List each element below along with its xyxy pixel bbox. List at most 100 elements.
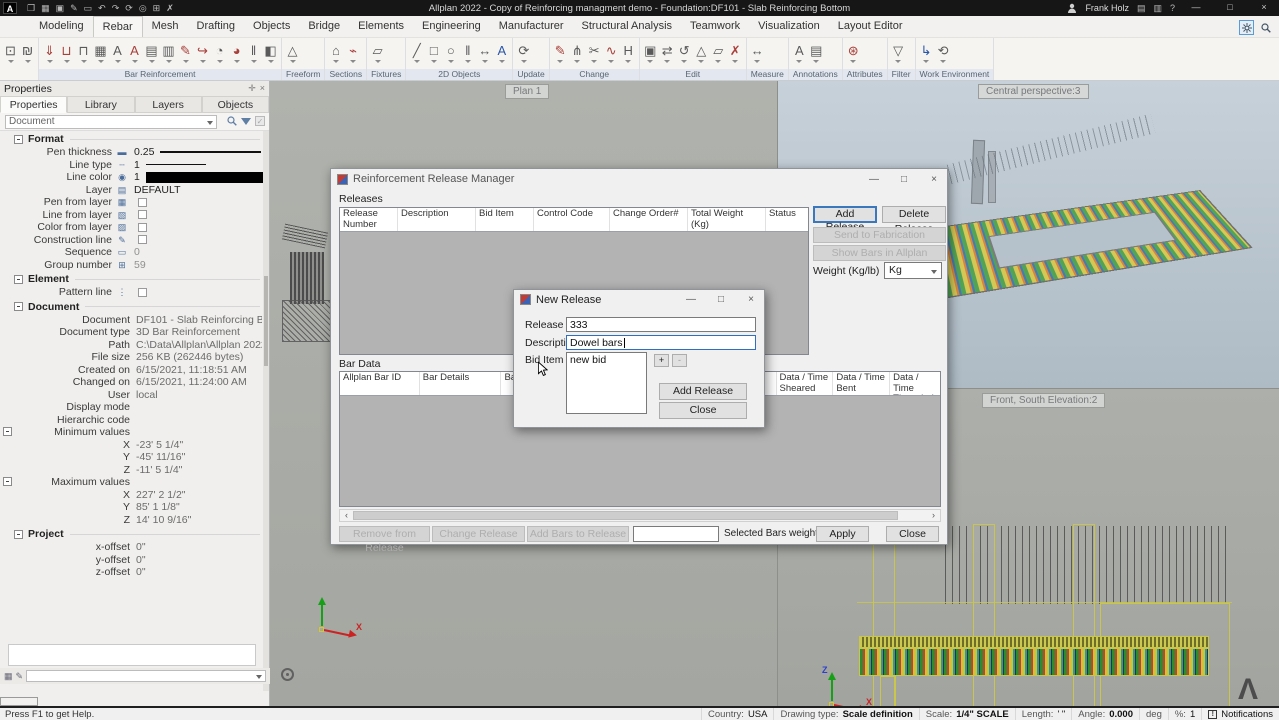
weight-unit-select[interactable]: Kg <box>884 262 942 279</box>
redo-icon[interactable]: ↷ <box>112 3 120 14</box>
row-line-from-layer[interactable]: Line from layer▧ <box>0 209 264 222</box>
pencil-icon[interactable]: ✎ <box>552 42 569 66</box>
dimension-icon[interactable]: ↔ <box>476 42 493 66</box>
list-item[interactable]: new bid <box>570 354 643 366</box>
search-icon[interactable] <box>1258 20 1273 35</box>
close-button[interactable]: × <box>1251 0 1277 16</box>
open-icon[interactable]: ▦ <box>41 3 50 14</box>
user-name[interactable]: Frank Holz <box>1085 3 1129 13</box>
maximize-button[interactable]: □ <box>714 294 728 305</box>
circle-icon[interactable]: ○ <box>442 42 459 66</box>
row-pattern-line[interactable]: Pattern line⋮ <box>0 286 264 299</box>
selected-weight-field[interactable] <box>633 526 719 542</box>
line-color-swatch[interactable] <box>146 172 264 183</box>
legend-abc-icon[interactable]: A <box>109 42 126 66</box>
filter-icon[interactable] <box>241 118 251 125</box>
pen-from-layer-checkbox[interactable] <box>138 198 147 207</box>
tab-visualization[interactable]: Visualization <box>749 16 829 37</box>
tab-objects[interactable]: Objects <box>244 16 299 37</box>
report-icon[interactable]: ▤ <box>143 42 160 66</box>
tab-library[interactable]: Library <box>67 96 134 113</box>
tab-structural-analysis[interactable]: Structural Analysis <box>573 16 681 37</box>
section-project[interactable]: Project <box>0 527 264 541</box>
row-minimum-values[interactable]: Minimum values <box>0 426 264 439</box>
search-icon[interactable] <box>227 116 237 126</box>
collapse-icon[interactable] <box>14 530 23 539</box>
close-button[interactable]: × <box>927 174 941 185</box>
maximize-button[interactable]: □ <box>1217 0 1243 16</box>
grid-icon[interactable]: ▦ <box>4 671 13 682</box>
status-unit[interactable]: deg <box>1139 708 1168 720</box>
polyline-icon[interactable]: ∿ <box>603 42 620 66</box>
comment-icon[interactable]: ▭ <box>84 3 93 14</box>
filter-icon[interactable]: ▽ <box>890 42 907 66</box>
edit-icon[interactable]: ✎ <box>70 3 78 14</box>
section-line-icon[interactable]: ⌁ <box>344 42 361 66</box>
row-pen-from-layer[interactable]: Pen from layer▦ <box>0 196 264 209</box>
note-list-icon[interactable]: ▤ <box>808 42 825 66</box>
tab-manufacturer[interactable]: Manufacturer <box>490 16 573 37</box>
bar-shape-tool-icon[interactable]: ₪ <box>19 42 36 66</box>
block-fixture-icon[interactable]: ◧ <box>262 42 279 66</box>
collapse-icon[interactable] <box>3 427 12 436</box>
row-line-color[interactable]: Line color◉1 <box>0 171 264 184</box>
collapse-icon[interactable] <box>3 477 12 486</box>
allplan-logo-icon[interactable]: A <box>3 2 17 14</box>
stretch-icon[interactable]: ▱ <box>710 42 727 66</box>
release-manager-titlebar[interactable]: Reinforcement Release Manager — □ × <box>331 169 947 189</box>
row-group-number[interactable]: Group number⊞59 <box>0 259 264 272</box>
panel-scrollbar[interactable] <box>263 131 269 691</box>
help-icon[interactable]: ? <box>1170 3 1175 13</box>
row-maximum-values[interactable]: Maximum values <box>0 476 264 489</box>
snapshot-icon[interactable]: ◎ <box>139 3 147 14</box>
panel-close-icon[interactable]: × <box>260 83 265 94</box>
tab-rebar[interactable]: Rebar <box>93 16 143 37</box>
row-line-type[interactable]: Line type┄1 <box>0 159 264 172</box>
scroll-right-icon[interactable]: › <box>927 510 940 521</box>
bar-pair-icon[interactable]: ‖ <box>245 42 262 66</box>
tab-objects[interactable]: Objects <box>202 96 269 113</box>
undo-icon[interactable]: ↶ <box>98 3 106 14</box>
collapse-icon[interactable] <box>14 135 23 144</box>
row-construction-line[interactable]: Construction line✎ <box>0 234 264 247</box>
delete-icon[interactable]: ✗ <box>727 42 744 66</box>
minimize-button[interactable]: — <box>867 174 881 185</box>
section-element[interactable]: Element <box>0 272 264 286</box>
send-to-fabrication-button[interactable]: Send to Fabrication <box>813 227 946 243</box>
row-pen-thickness[interactable]: Pen thickness▬0.25 <box>0 146 264 159</box>
description-input[interactable]: Dowel bars <box>566 335 756 350</box>
row-sequence[interactable]: Sequence▭0 <box>0 246 264 259</box>
show-bars-button[interactable]: Show Bars in Allplan <box>813 245 946 261</box>
tab-elements[interactable]: Elements <box>349 16 413 37</box>
row-layer[interactable]: Layer▤DEFAULT <box>0 184 264 197</box>
new-document-icon[interactable]: ❐ <box>27 3 35 14</box>
status-length[interactable]: Length:' " <box>1015 708 1072 720</box>
collapse-icon[interactable] <box>14 275 23 284</box>
line-icon[interactable]: ╱ <box>408 42 425 66</box>
copy-icon[interactable]: ▣ <box>642 42 659 66</box>
close-button[interactable]: Close <box>659 402 747 419</box>
attributes-icon[interactable]: ⊛ <box>845 42 862 66</box>
section-format[interactable]: Format <box>0 132 264 146</box>
scope-select[interactable]: Document <box>5 115 217 129</box>
viewport-elevation-label[interactable]: Front, South Elevation:2 <box>982 393 1105 408</box>
remove-bid-button[interactable]: - <box>672 354 687 367</box>
edit-icon[interactable]: ✎ <box>16 671 24 682</box>
abc-text-icon[interactable]: A <box>791 42 808 66</box>
viewport-perspective-label[interactable]: Central perspective:3 <box>978 84 1089 99</box>
height-icon[interactable]: H <box>620 42 637 66</box>
change-release-button[interactable]: Change Release <box>432 526 525 542</box>
pin-icon[interactable]: ✛ <box>248 83 256 94</box>
window-layout-icon[interactable]: ⊞ <box>153 3 161 14</box>
time-stamp2-icon[interactable]: ◕ <box>228 42 245 66</box>
save-icon[interactable]: ▣ <box>56 3 65 14</box>
horizontal-scrollbar[interactable]: ‹ › <box>339 509 941 522</box>
tab-layers[interactable]: Layers <box>135 96 202 113</box>
minimize-button[interactable]: — <box>684 294 698 305</box>
new-release-titlebar[interactable]: New Release — □ × <box>514 290 764 309</box>
release-number-input[interactable] <box>566 317 756 332</box>
measure-icon[interactable]: ↔ <box>749 42 766 66</box>
plan-navigation-icon[interactable] <box>281 668 294 681</box>
time-stamp-icon[interactable]: ◔ <box>211 42 228 66</box>
add-release-button[interactable]: Add Release <box>659 383 747 400</box>
